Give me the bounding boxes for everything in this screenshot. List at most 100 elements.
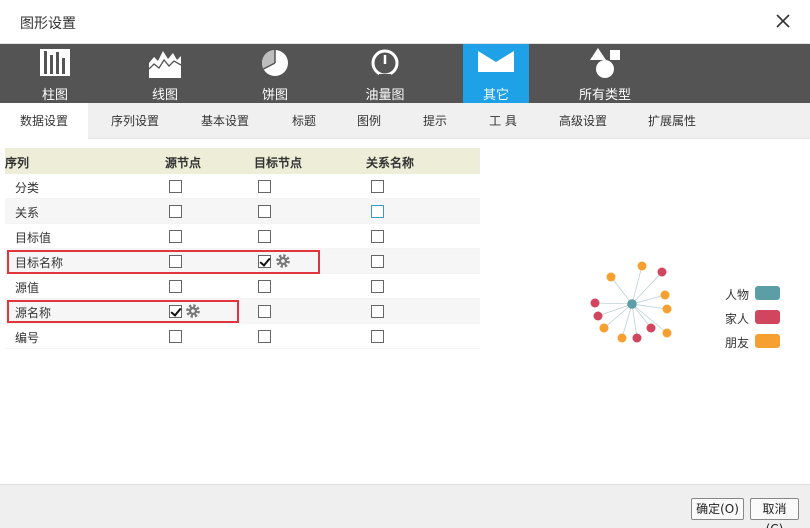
gear-icon[interactable] <box>185 303 201 319</box>
graph-node <box>593 311 603 321</box>
header-target-node: 目标节点 <box>254 156 303 170</box>
legend-item: 朋友 <box>725 332 785 356</box>
tab-series-settings[interactable]: 序列设置 <box>91 103 179 139</box>
legend-swatch <box>755 310 780 324</box>
graph-node <box>660 290 670 300</box>
source-node-checkbox[interactable] <box>169 255 182 268</box>
cancel-button[interactable]: 取消(C) <box>750 498 799 528</box>
tab-advanced-settings[interactable]: 高级设置 <box>540 103 626 139</box>
legend-item: 家人 <box>725 308 785 332</box>
dialog-titlebar: 图形设置 <box>0 0 810 44</box>
target-node-checkbox[interactable] <box>258 280 271 293</box>
tab-basic-settings[interactable]: 基本设置 <box>181 103 269 139</box>
relation-name-checkbox[interactable] <box>371 330 384 343</box>
ok-button[interactable]: 确定(O) <box>691 498 744 520</box>
target-node-checkbox[interactable] <box>258 205 271 218</box>
other-chart-icon <box>478 51 514 72</box>
chart-type-label: 油量图 <box>365 88 405 103</box>
grid-header: 序列 源节点 目标节点 关系名称 <box>5 148 480 174</box>
gauge-icon <box>371 49 399 77</box>
relation-graph-preview <box>590 261 672 343</box>
legend-item: 人物 <box>725 284 785 308</box>
gear-icon[interactable] <box>275 253 291 269</box>
table-row: 目标值 <box>5 224 480 249</box>
table-row: 源名称 <box>5 299 480 324</box>
legend-swatch <box>755 286 780 300</box>
tab-legend[interactable]: 图例 <box>337 103 401 139</box>
chart-type-label: 饼图 <box>261 88 288 103</box>
legend-label: 朋友 <box>725 336 750 350</box>
table-row: 分类 <box>5 174 480 199</box>
table-row: 编号 <box>5 324 480 349</box>
graph-center-node <box>627 299 637 309</box>
header-series: 序列 <box>5 156 30 170</box>
table-row: 目标名称 <box>5 249 480 274</box>
graph-node <box>606 272 616 282</box>
target-node-checkbox[interactable] <box>258 255 271 268</box>
graph-node <box>617 333 627 343</box>
row-name: 编号 <box>15 331 40 345</box>
target-node-checkbox[interactable] <box>258 180 271 193</box>
header-relation-name: 关系名称 <box>366 156 415 170</box>
line-chart-icon <box>148 51 182 78</box>
row-name: 关系 <box>15 206 40 220</box>
chart-type-label: 柱图 <box>41 88 68 103</box>
relation-name-checkbox[interactable] <box>371 180 384 193</box>
source-node-checkbox[interactable] <box>169 330 182 343</box>
graph-node <box>662 304 672 314</box>
relation-name-checkbox[interactable] <box>371 280 384 293</box>
target-node-checkbox[interactable] <box>258 330 271 343</box>
graph-node <box>646 323 656 333</box>
chart-type-other-tab[interactable]: 其它 <box>463 44 529 103</box>
source-node-checkbox[interactable] <box>169 205 182 218</box>
source-node-checkbox[interactable] <box>169 280 182 293</box>
dialog-title: 图形设置 <box>20 16 76 32</box>
pie-chart-icon <box>262 50 288 76</box>
target-node-checkbox[interactable] <box>258 305 271 318</box>
graph-node <box>599 323 609 333</box>
graph-node <box>657 267 667 277</box>
close-icon[interactable] <box>772 10 794 32</box>
chart-type-gauge-tab[interactable]: 油量图 <box>352 44 418 103</box>
relation-name-checkbox[interactable] <box>371 205 384 218</box>
chart-type-label: 线图 <box>151 88 178 103</box>
row-name: 目标值 <box>15 231 52 245</box>
header-source-node: 源节点 <box>165 156 202 170</box>
settings-subtabs: 数据设置 序列设置 基本设置 标题 图例 提示 工 具 高级设置 扩展属性 <box>0 103 810 140</box>
graph-node <box>662 328 672 338</box>
source-node-checkbox[interactable] <box>169 305 182 318</box>
relation-name-checkbox[interactable] <box>371 255 384 268</box>
legend-swatch <box>755 334 780 348</box>
tab-data-settings[interactable]: 数据设置 <box>0 103 88 140</box>
dialog-footer: 确定(O) 取消(C) <box>0 484 810 528</box>
row-name: 源名称 <box>15 306 52 320</box>
chart-type-line-tab[interactable]: 线图 <box>132 44 198 103</box>
table-row: 关系 <box>5 199 480 224</box>
tab-tools[interactable]: 工 具 <box>470 103 536 139</box>
bar-chart-icon <box>40 49 70 76</box>
tab-title[interactable]: 标题 <box>270 103 338 139</box>
source-node-checkbox[interactable] <box>169 180 182 193</box>
target-node-checkbox[interactable] <box>258 230 271 243</box>
chart-type-bar-tab[interactable]: 柱图 <box>22 44 88 103</box>
data-settings-grid: 序列 源节点 目标节点 关系名称 分类 关系 目标值 目标名称 源值 源名称 编… <box>5 148 480 349</box>
relation-name-checkbox[interactable] <box>371 305 384 318</box>
legend-label: 家人 <box>725 312 750 326</box>
graph-node <box>590 298 600 308</box>
chart-type-all-tab[interactable]: 所有类型 <box>572 44 638 103</box>
chart-type-pie-tab[interactable]: 饼图 <box>242 44 308 103</box>
chart-type-label: 所有类型 <box>578 88 631 103</box>
graph-node <box>632 333 642 343</box>
all-types-icon <box>590 48 620 78</box>
legend-label: 人物 <box>725 288 750 302</box>
row-name: 目标名称 <box>15 256 64 270</box>
table-row: 源值 <box>5 274 480 299</box>
chart-type-bar: 柱图 线图 饼图 油量图 其它 所有类型 <box>0 44 810 103</box>
graph-node <box>637 261 647 271</box>
relation-name-checkbox[interactable] <box>371 230 384 243</box>
source-node-checkbox[interactable] <box>169 230 182 243</box>
preview-legend: 人物 家人 朋友 <box>725 284 785 356</box>
tab-tooltip[interactable]: 提示 <box>403 103 467 139</box>
row-name: 分类 <box>15 181 40 195</box>
tab-extended-properties[interactable]: 扩展属性 <box>628 103 716 139</box>
